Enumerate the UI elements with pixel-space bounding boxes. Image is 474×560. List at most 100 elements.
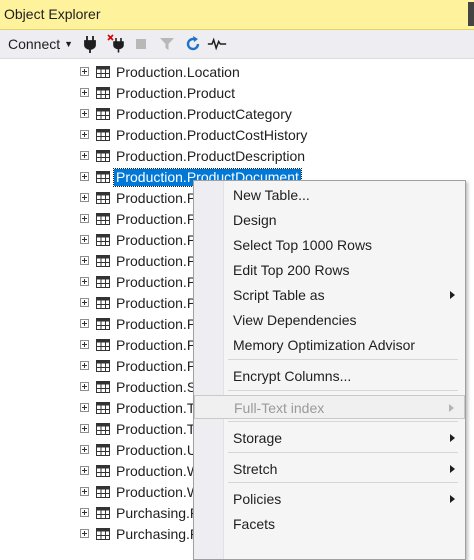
- expand-plus-icon[interactable]: [80, 382, 89, 391]
- table-icon: [96, 171, 110, 183]
- expand-plus-icon[interactable]: [80, 130, 89, 139]
- expand-plus-icon[interactable]: [80, 508, 89, 517]
- tree-row[interactable]: Production.ProductCostHistory: [0, 125, 474, 146]
- table-icon: [96, 486, 110, 498]
- tree-row-label: Purchasing.P: [116, 505, 200, 521]
- tree-row-label: Production.W: [116, 463, 201, 479]
- menu-item-encrypt-columns[interactable]: Encrypt Columns...: [194, 364, 465, 388]
- expand-plus-icon[interactable]: [80, 319, 89, 328]
- expand-plus-icon[interactable]: [80, 487, 89, 496]
- tree-row-label: Production.P: [116, 337, 197, 353]
- submenu-arrow-icon: [450, 434, 455, 442]
- expand-plus-icon[interactable]: [80, 277, 89, 286]
- expand-plus-icon[interactable]: [80, 529, 89, 538]
- panel-title: Object Explorer: [4, 6, 101, 22]
- object-explorer-titlebar: Object Explorer: [0, 0, 474, 30]
- menu-item-label: View Dependencies: [233, 312, 357, 328]
- menu-item-label: Select Top 1000 Rows: [233, 237, 373, 253]
- expand-plus-icon[interactable]: [80, 403, 89, 412]
- submenu-arrow-icon: [450, 291, 455, 299]
- menu-item-view-dependencies[interactable]: View Dependencies: [194, 308, 465, 332]
- tree-row-label: Production.P: [116, 232, 197, 248]
- connect-plug-icon[interactable]: [80, 33, 100, 55]
- expand-plus-icon[interactable]: [80, 256, 89, 265]
- expand-plus-icon[interactable]: [80, 466, 89, 475]
- tree-row-label: Production.P: [116, 358, 197, 374]
- menu-separator: [228, 390, 458, 391]
- menu-item-label: Facets: [233, 516, 276, 532]
- table-icon: [96, 276, 110, 288]
- menu-separator: [228, 482, 458, 483]
- table-icon: [96, 192, 110, 204]
- menu-item-label: Memory Optimization Advisor: [233, 337, 416, 353]
- tree-row-label: Production.S: [116, 379, 197, 395]
- tree-row-label: Purchasing.P: [116, 526, 200, 542]
- expand-plus-icon[interactable]: [80, 193, 89, 202]
- submenu-arrow-icon: [449, 404, 454, 412]
- refresh-icon[interactable]: [183, 33, 203, 55]
- tree-row-label: Production.ProductCategory: [116, 106, 292, 122]
- expand-plus-icon[interactable]: [80, 298, 89, 307]
- table-icon: [96, 87, 110, 99]
- tree-row-label: Production.P: [116, 253, 197, 269]
- submenu-arrow-icon: [450, 495, 455, 503]
- tree-row-label: Production.U: [116, 442, 197, 458]
- activity-monitor-icon[interactable]: [207, 33, 231, 55]
- menu-item-edit-top-200-rows[interactable]: Edit Top 200 Rows: [194, 258, 465, 282]
- menu-item-label: Policies: [233, 491, 282, 507]
- menu-item-new-table[interactable]: New Table...: [194, 183, 465, 207]
- tree-row-label: Production.Location: [116, 64, 240, 80]
- context-menu: New Table... Design Select Top 1000 Rows Ed…: [193, 180, 466, 560]
- menu-item-policies[interactable]: Policies: [194, 487, 465, 511]
- table-icon: [96, 381, 110, 393]
- tree-row-label: Production.P: [116, 316, 197, 332]
- expand-plus-icon[interactable]: [80, 235, 89, 244]
- table-icon: [96, 528, 110, 540]
- menu-item-select-top-1000-rows[interactable]: Select Top 1000 Rows: [194, 233, 465, 257]
- tree-row-label: Production.T: [116, 421, 196, 437]
- tree-row[interactable]: Production.ProductDescription: [0, 146, 474, 167]
- connect-button[interactable]: Connect ▼: [3, 33, 78, 55]
- menu-item-label: Edit Top 200 Rows: [233, 262, 350, 278]
- expand-plus-icon[interactable]: [80, 424, 89, 433]
- expand-plus-icon[interactable]: [80, 445, 89, 454]
- menu-item-stretch[interactable]: Stretch: [194, 457, 465, 481]
- tree-row[interactable]: Production.Product: [0, 83, 474, 104]
- expand-plus-icon[interactable]: [80, 172, 89, 181]
- tree-row[interactable]: Production.Location: [0, 62, 474, 83]
- menu-item-facets[interactable]: Facets: [194, 512, 465, 536]
- table-icon: [96, 129, 110, 141]
- menu-item-design[interactable]: Design: [194, 208, 465, 232]
- expand-plus-icon[interactable]: [80, 151, 89, 160]
- menu-item-script-table-as[interactable]: Script Table as: [194, 283, 465, 307]
- table-icon: [96, 423, 110, 435]
- menu-item-label: Design: [233, 212, 277, 228]
- table-icon: [96, 339, 110, 351]
- tree-row-label: Production.Product: [116, 85, 236, 101]
- expand-plus-icon[interactable]: [80, 88, 89, 97]
- menu-item-label: Script Table as: [233, 287, 325, 303]
- expand-plus-icon[interactable]: [80, 361, 89, 370]
- disconnect-plug-icon[interactable]: [106, 33, 126, 55]
- table-icon: [96, 234, 110, 246]
- table-icon: [96, 318, 110, 330]
- menu-item-label: Full-Text index: [234, 400, 325, 416]
- menu-item-label: New Table...: [233, 187, 310, 203]
- filter-icon[interactable]: [157, 33, 177, 55]
- expand-plus-icon[interactable]: [80, 67, 89, 76]
- table-icon: [96, 213, 110, 225]
- expand-plus-icon[interactable]: [80, 340, 89, 349]
- expand-plus-icon[interactable]: [80, 214, 89, 223]
- expand-plus-icon[interactable]: [80, 109, 89, 118]
- menu-item-label: Storage: [233, 430, 283, 446]
- object-explorer-toolbar: Connect ▼: [0, 30, 474, 59]
- table-icon: [96, 297, 110, 309]
- menu-item-label: Encrypt Columns...: [233, 368, 352, 384]
- stop-icon[interactable]: [131, 33, 151, 55]
- table-icon: [96, 66, 110, 78]
- tree-row-label: Production.ProductDescription: [116, 148, 306, 164]
- table-icon: [96, 402, 110, 414]
- menu-item-memory-optimization-advisor[interactable]: Memory Optimization Advisor: [194, 333, 465, 357]
- menu-item-storage[interactable]: Storage: [194, 426, 465, 450]
- tree-row[interactable]: Production.ProductCategory: [0, 104, 474, 125]
